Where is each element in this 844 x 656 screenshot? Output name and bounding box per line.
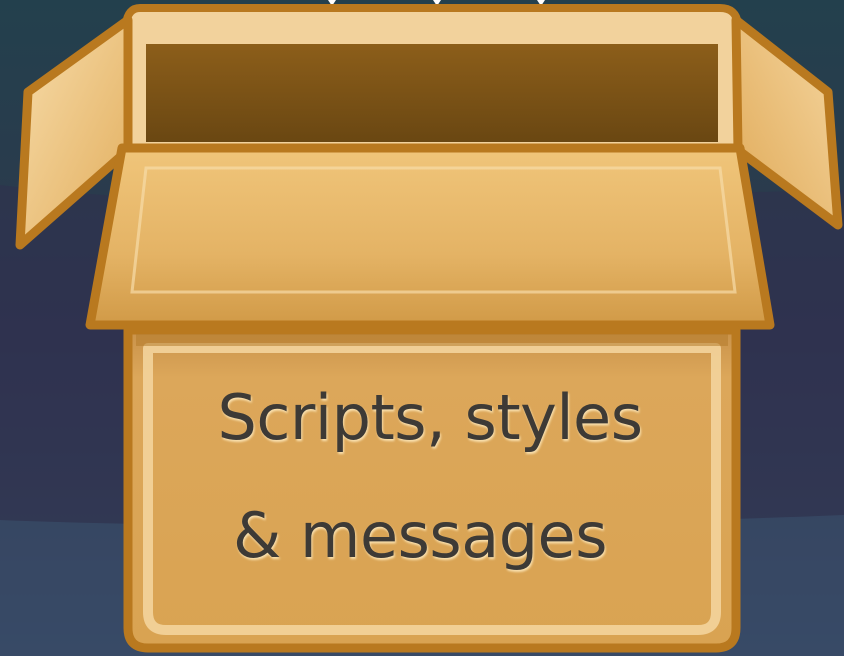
caption-line-2: & messages — [233, 499, 608, 572]
box-flap-front — [85, 143, 775, 330]
box-inner — [146, 44, 718, 142]
caption-line-1: Scripts, styles — [217, 381, 643, 454]
box-body — [123, 325, 741, 653]
